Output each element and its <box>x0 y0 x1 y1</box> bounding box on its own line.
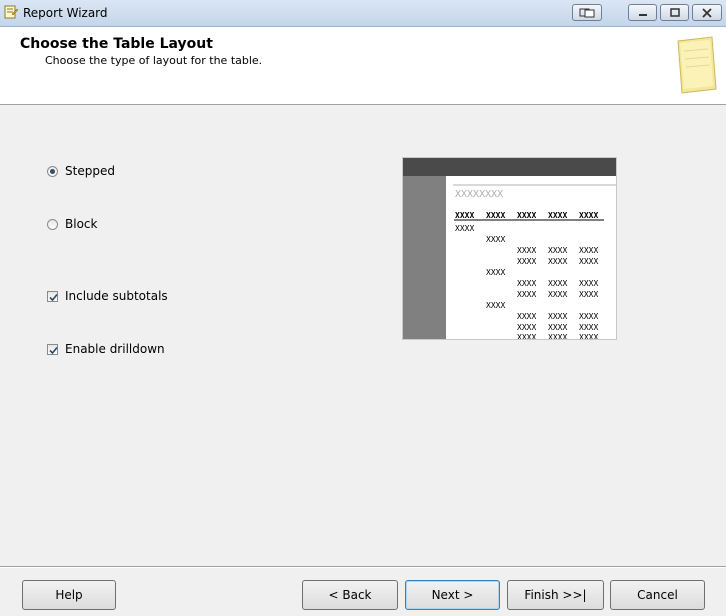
preview-cell: XXXX <box>486 268 505 277</box>
title-bar: Report Wizard <box>0 0 726 27</box>
stepped-radio[interactable] <box>47 165 58 177</box>
preview-header-cell: XXXX <box>548 211 567 220</box>
preview-cell: XXXX <box>579 246 598 255</box>
minimize-icon <box>638 13 647 16</box>
include-subtotals-label: Include subtotals <box>65 289 168 303</box>
preview-cell: XXXX <box>579 257 598 266</box>
preview-cell: XXXX <box>548 246 567 255</box>
cancel-button[interactable]: Cancel <box>610 580 705 610</box>
preview-cell: XXXX <box>548 333 567 339</box>
preview-cell: XXXX <box>517 312 536 321</box>
layout-preview-image: XXXXXXXX XXXX XXXX XXXX XXXX XXXX XXXXXX… <box>403 158 616 339</box>
minimize-button[interactable] <box>628 4 657 21</box>
preview-title-placeholder: XXXXXXXX <box>455 189 503 200</box>
layout-preview: XXXXXXXX XXXX XXXX XXXX XXXX XXXX XXXX XX… <box>402 157 617 340</box>
maximize-icon <box>669 8 680 17</box>
wizard-header: Choose the Table Layout Choose the type … <box>0 27 726 105</box>
back-button[interactable]: < Back <box>302 580 398 610</box>
preview-cell: XXXX <box>517 333 536 339</box>
enable-drilldown-checkbox[interactable] <box>47 343 58 355</box>
include-subtotals-checkbox[interactable] <box>47 290 58 302</box>
window-title: Report Wizard <box>23 6 108 20</box>
preview-cell: XXXX <box>548 312 567 321</box>
preview-cell: XXXX <box>579 312 598 321</box>
preview-cell: XXXX <box>517 290 536 299</box>
switch-window-button[interactable] <box>572 4 602 21</box>
preview-header-cell: XXXX <box>579 211 598 220</box>
preview-cell: XXXX <box>579 323 598 332</box>
footer-separator <box>0 566 726 568</box>
block-radio-option[interactable]: Block <box>47 217 97 231</box>
preview-cell: XXXX <box>579 279 598 288</box>
preview-cell: XXXX <box>455 224 474 233</box>
enable-drilldown-label: Enable drilldown <box>65 342 165 356</box>
include-subtotals-option[interactable]: Include subtotals <box>47 289 168 303</box>
preview-cell: XXXX <box>548 323 567 332</box>
preview-cell: XXXX <box>486 235 505 244</box>
close-icon <box>702 7 712 18</box>
report-wizard-icon <box>4 5 18 19</box>
preview-cell: XXXX <box>579 290 598 299</box>
page-title: Choose the Table Layout <box>20 36 213 52</box>
preview-header-cell: XXXX <box>486 211 505 220</box>
checkmark-icon <box>49 293 58 301</box>
stepped-radio-option[interactable]: Stepped <box>47 164 115 178</box>
preview-cell: XXXX <box>486 301 505 310</box>
next-button[interactable]: Next > <box>405 580 500 610</box>
preview-cell: XXXX <box>517 279 536 288</box>
preview-cell: XXXX <box>517 323 536 332</box>
preview-cell: XXXX <box>579 333 598 339</box>
enable-drilldown-option[interactable]: Enable drilldown <box>47 342 165 356</box>
preview-cell: XXXX <box>517 257 536 266</box>
block-label: Block <box>65 217 98 231</box>
switch-window-icon <box>579 8 595 17</box>
preview-header-cell: XXXX <box>455 211 474 220</box>
preview-header-cell: XXXX <box>517 211 536 220</box>
close-button[interactable] <box>692 4 722 21</box>
preview-cell: XXXX <box>548 257 567 266</box>
block-radio[interactable] <box>47 218 58 230</box>
preview-cell: XXXX <box>548 290 567 299</box>
help-button[interactable]: Help <box>22 580 116 610</box>
finish-button[interactable]: Finish >>| <box>507 580 604 610</box>
wizard-notepad-icon <box>677 36 717 94</box>
page-subtitle: Choose the type of layout for the table. <box>45 54 263 67</box>
checkmark-icon <box>49 346 58 354</box>
preview-cell: XXXX <box>517 246 536 255</box>
preview-cell: XXXX <box>548 279 567 288</box>
stepped-label: Stepped <box>65 164 115 178</box>
maximize-button[interactable] <box>660 4 689 21</box>
